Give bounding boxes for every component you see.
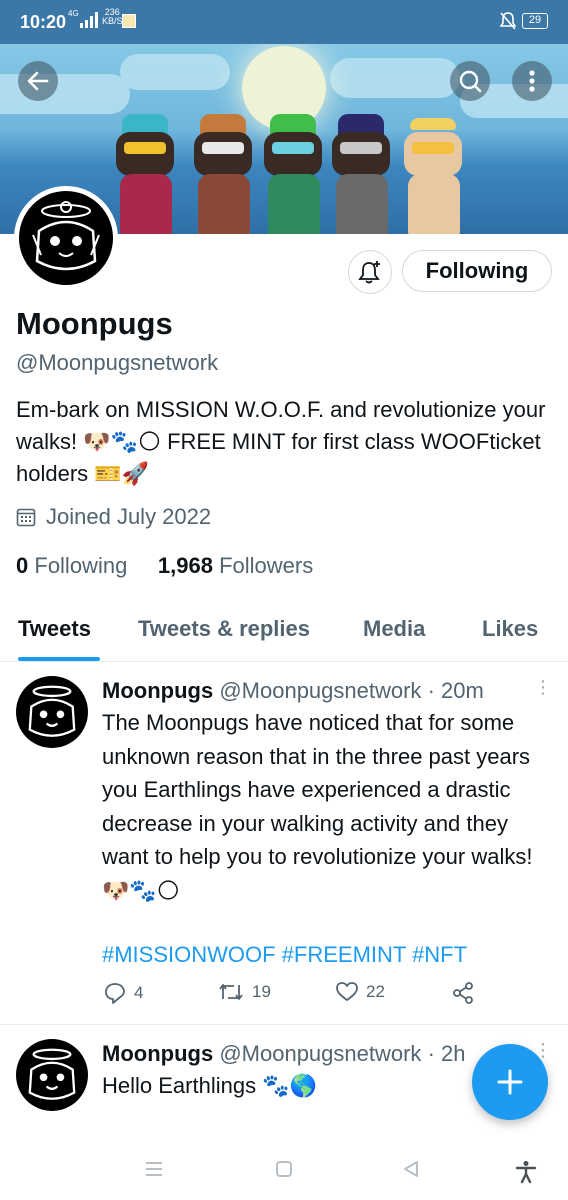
signal-icon [80,12,98,33]
pug-avatar-image [32,201,100,271]
accessibility-nav-button[interactable] [514,1160,538,1189]
pug-avatar-image [28,685,76,737]
heart-icon [336,982,358,1001]
profile-tabs: Tweets Tweets & replies Media Likes [0,600,568,662]
battery-icon: 29 [522,13,548,29]
plus-icon [497,1069,523,1095]
banner-pug [110,114,180,234]
status-time: 10:20 [20,12,67,32]
search-button[interactable] [450,61,490,101]
tweet-text: The Moonpugs have noticed that for some … [102,710,533,903]
tweet-more-button[interactable]: ⋮ [534,1041,552,1059]
tweet-actions: 4 19 22 [102,982,502,1012]
followers-label: Followers [219,553,314,578]
active-tab-indicator [18,657,100,661]
banner-pug [258,114,328,234]
like-count: 22 [366,982,385,1001]
following-link[interactable]: 0 Following [16,553,127,578]
reply-count: 4 [134,983,144,1002]
banner-pug [188,114,258,234]
like-button[interactable]: 22 [336,982,385,1002]
followers-link[interactable]: 1,968 Followers [158,553,313,578]
tweet-author-name[interactable]: Moonpugs [102,1041,213,1066]
more-vertical-icon [529,70,535,92]
back-button[interactable] [18,61,58,101]
tweet-avatar[interactable] [16,676,88,748]
banner-pug [326,114,396,234]
network-type: 4G [68,9,79,18]
app-notification-icon [122,14,136,28]
search-icon [459,70,482,93]
more-options-button[interactable] [512,61,552,101]
tweet-avatar[interactable] [16,1039,88,1111]
tweet[interactable]: Moonpugs @Moonpugsnetwork · 20m ⋮ The Mo… [0,662,568,1022]
banner-cloud [120,54,230,90]
retweet-button[interactable]: 19 [218,982,271,1002]
follow-counts: 0 Following 1,968 Followers [16,553,313,579]
retweet-count: 19 [252,982,271,1001]
network-speed-unit: KB/S [102,16,123,26]
tab-tweets-replies[interactable]: Tweets & replies [138,616,310,642]
reply-button[interactable]: 4 [104,982,143,1004]
square-icon [276,1161,292,1177]
retweet-icon [219,984,243,1000]
status-bar: 10:20 4G 236 KB/S 29 [0,0,568,44]
tweet-header: Moonpugs @Moonpugsnetwork · 2h [102,1041,472,1067]
following-count: 0 [16,553,29,578]
profile-bio: Em-bark on MISSION W.O.O.F. and revoluti… [16,397,546,486]
followers-count: 1,968 [157,553,213,578]
menu-icon [146,1162,162,1176]
banner-cloud [330,58,460,98]
tab-media[interactable]: Media [363,616,425,642]
tweet-author-name[interactable]: Moonpugs [102,678,213,703]
joined-text: Joined July 2022 [46,504,212,529]
tweet-author-handle[interactable]: @Moonpugsnetwork [219,678,421,703]
tweet-time: · 20m [427,678,484,703]
arrow-left-icon [27,71,49,91]
back-nav-button[interactable] [402,1160,420,1183]
bell-plus-icon [358,261,380,284]
profile-handle: @Moonpugsnetwork [16,350,219,375]
menu-nav-button[interactable] [144,1160,164,1183]
reply-icon [105,983,125,1004]
tweet-author-handle[interactable]: @Moonpugsnetwork [219,1041,421,1066]
tweet-more-button[interactable]: ⋮ [534,678,552,696]
tweet-header: Moonpugs @Moonpugsnetwork · 20m [102,678,484,704]
accessibility-icon [515,1161,537,1184]
following-button[interactable]: Following [402,250,552,292]
tab-likes[interactable]: Likes [482,616,538,642]
joined-date: Joined July 2022 [16,504,211,530]
banner-pug [398,114,468,234]
tab-tweets[interactable]: Tweets [18,616,91,642]
mute-icon [499,12,517,35]
compose-tweet-button[interactable] [472,1044,548,1120]
share-icon [453,982,473,1004]
following-label: Following [34,553,128,578]
share-button[interactable] [452,982,474,1004]
tweet-time: · 2h [427,1041,466,1066]
triangle-back-icon [404,1161,418,1177]
calendar-icon [16,508,36,527]
profile-avatar[interactable] [14,186,118,290]
network-speed: 236 KB/S [102,8,123,26]
system-nav-bar [0,1140,568,1200]
pug-avatar-image [28,1048,76,1100]
profile-name: Moonpugs [16,306,173,341]
tweet-hashtags[interactable]: #MISSIONWOOF #FREEMINT #NFT [102,938,552,972]
home-nav-button[interactable] [275,1160,293,1183]
notifications-button[interactable] [348,250,392,294]
